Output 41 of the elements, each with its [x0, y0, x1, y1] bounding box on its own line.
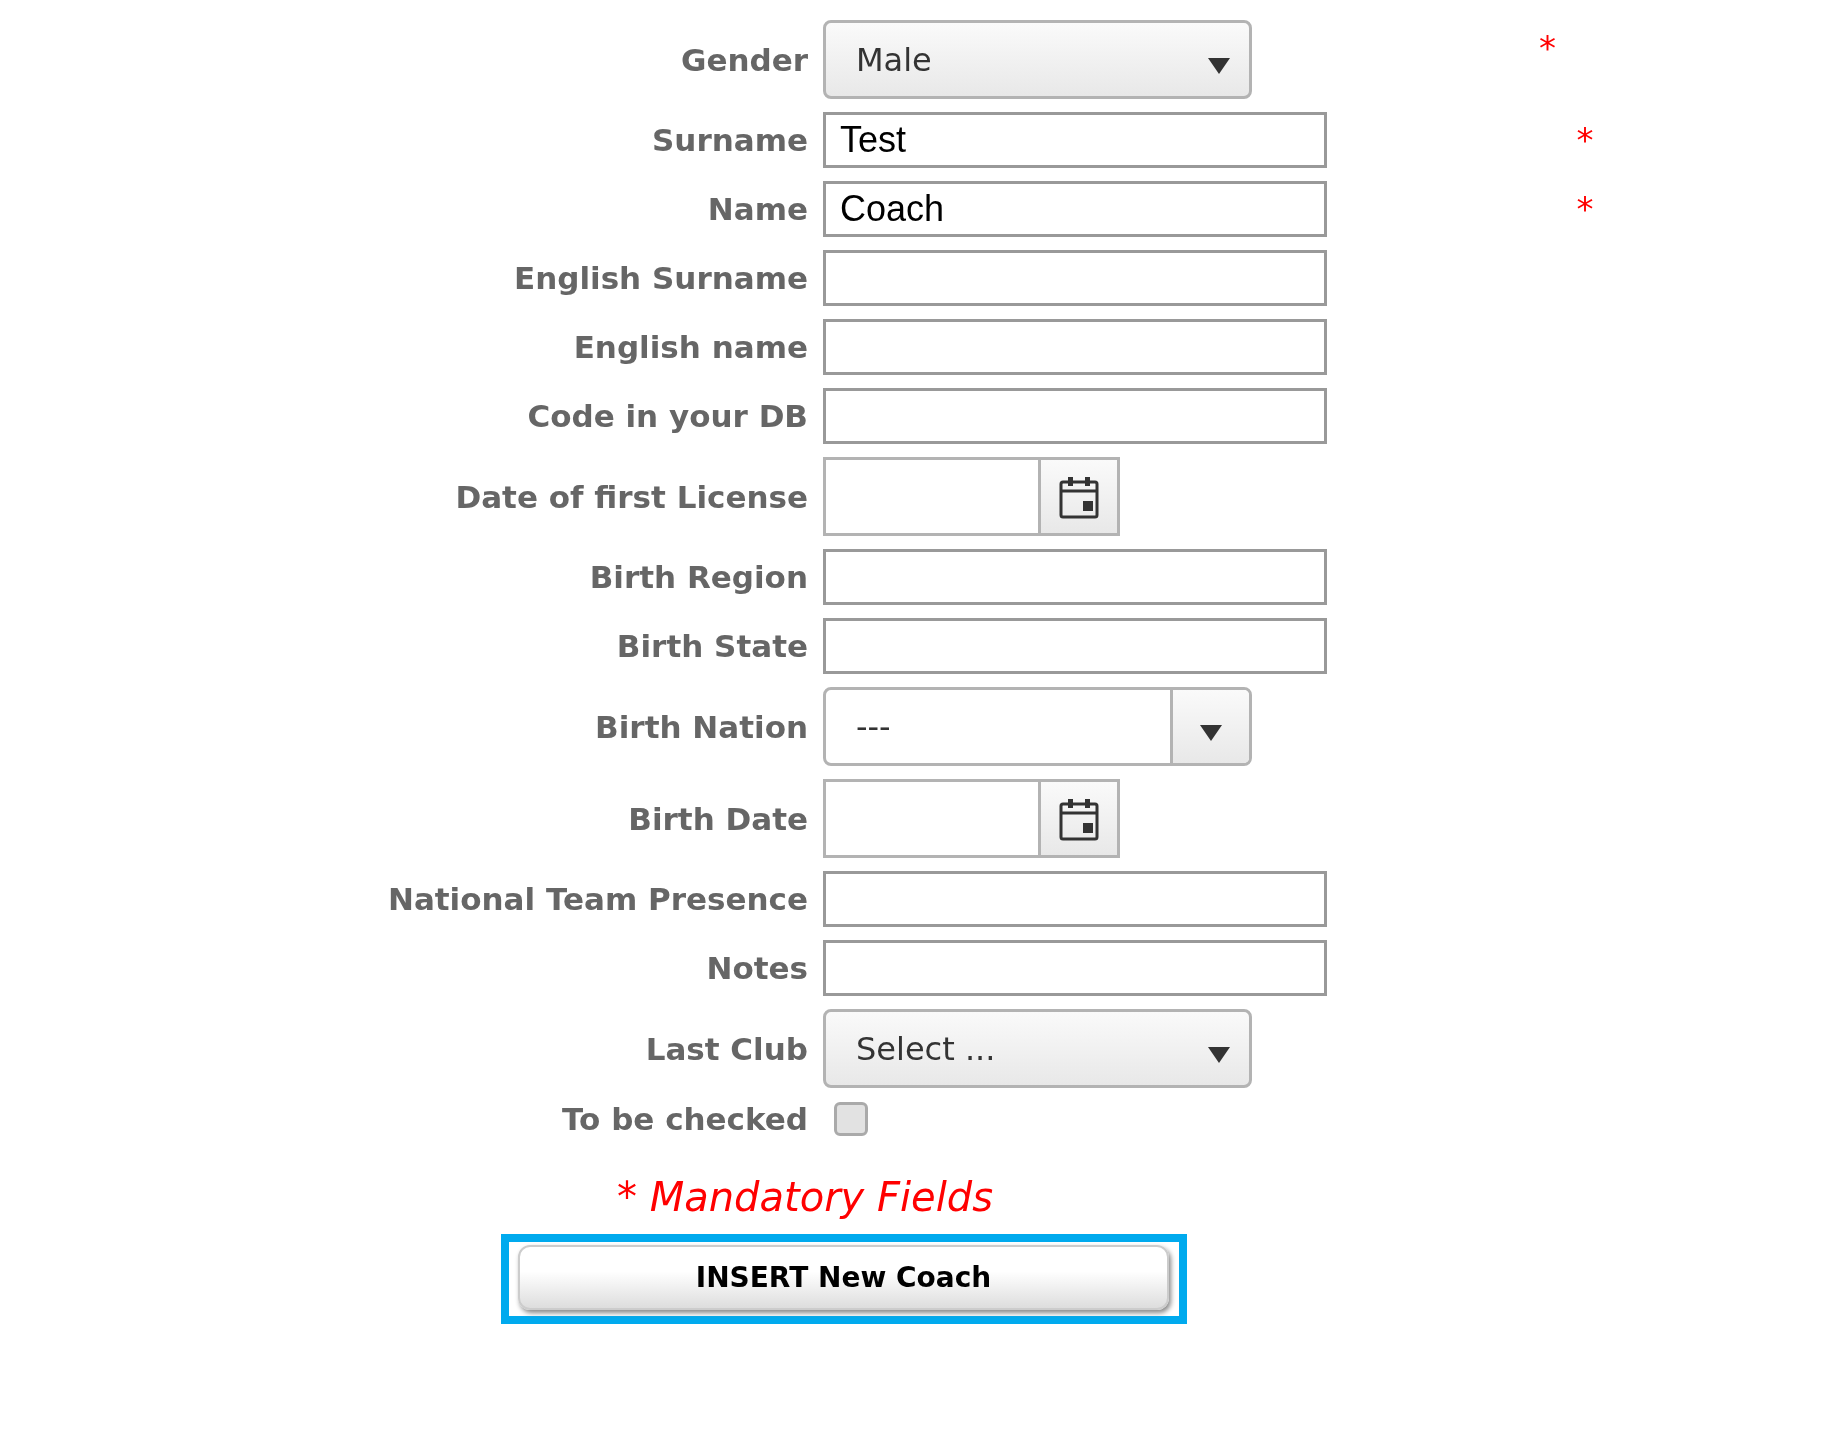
field-label: Name	[707, 191, 808, 227]
dropdown[interactable]: Select ...	[823, 1009, 1252, 1088]
insert-button[interactable]: INSERT New Coach	[518, 1245, 1169, 1310]
text-field[interactable]: Test	[823, 112, 1327, 168]
dropdown-value[interactable]: ---	[826, 690, 1170, 763]
dropdown-button[interactable]	[1170, 690, 1249, 763]
text-field[interactable]	[823, 250, 1327, 306]
field-label: Last Club	[645, 1030, 808, 1067]
caret-icon	[1199, 722, 1223, 743]
dropdown[interactable]: Male	[823, 20, 1252, 99]
field-label: Birth Region	[589, 559, 808, 595]
field-label: Gender	[680, 41, 808, 78]
calendar-icon	[1059, 474, 1099, 519]
text-field[interactable]	[823, 618, 1327, 674]
field-label: Notes	[706, 950, 808, 986]
caret-icon	[1207, 55, 1231, 76]
text-field[interactable]	[823, 940, 1327, 996]
text-field[interactable]	[823, 871, 1327, 927]
field-label: National Team Presence	[387, 881, 808, 917]
required-asterisk: *	[1576, 189, 1595, 229]
caret-icon	[1207, 1044, 1231, 1065]
field-label: Surname	[652, 122, 808, 158]
required-asterisk: *	[1576, 120, 1595, 160]
mandatory-fields-note: *Mandatory Fields	[617, 1174, 994, 1220]
required-asterisk: *	[1539, 28, 1557, 68]
field-label: English Surname	[514, 260, 808, 296]
field-label: Date of first License	[455, 478, 808, 515]
field-label: Birth State	[616, 628, 808, 664]
text-field[interactable]: Coach	[823, 181, 1327, 237]
calendar-button[interactable]	[1038, 460, 1117, 533]
checkbox[interactable]	[834, 1102, 868, 1136]
field-label: To be checked	[562, 1101, 808, 1137]
text-field[interactable]	[823, 388, 1327, 444]
text-field[interactable]	[823, 319, 1327, 375]
field-label: English name	[573, 329, 808, 365]
calendar-icon	[1059, 796, 1099, 841]
field-label: Code in your DB	[527, 398, 808, 434]
field-label: Birth Nation	[595, 708, 808, 745]
calendar-button[interactable]	[1038, 782, 1117, 855]
field-label: Birth Date	[628, 800, 808, 837]
text-field[interactable]	[823, 549, 1327, 605]
